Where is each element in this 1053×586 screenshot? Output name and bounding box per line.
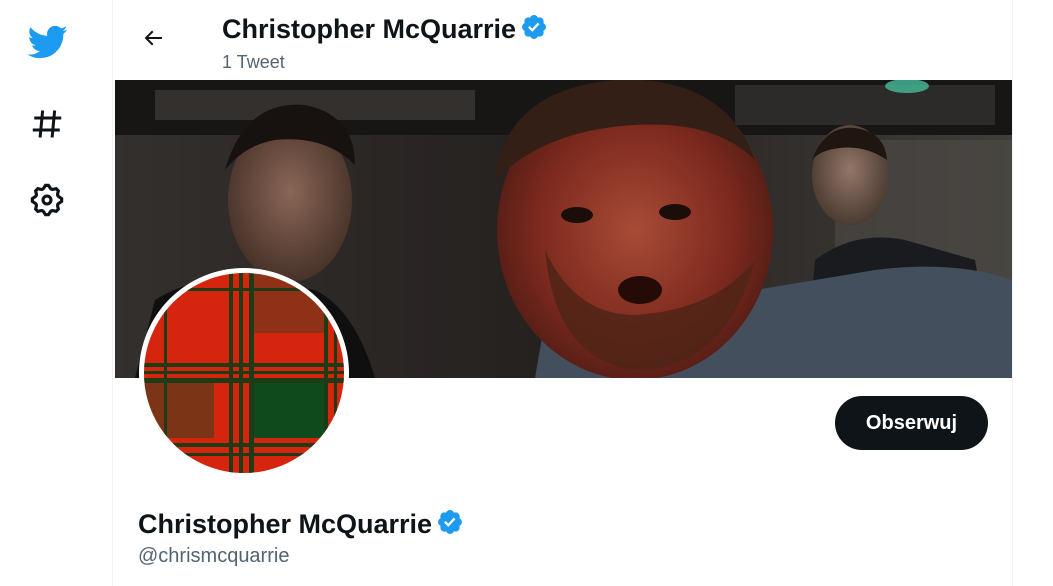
explore-button[interactable]	[22, 99, 72, 149]
settings-button[interactable]	[22, 175, 72, 225]
header-title: Christopher McQuarrie	[222, 12, 548, 46]
follow-button[interactable]: Obserwuj	[835, 396, 988, 450]
profile-handle: @chrismcquarrie	[138, 545, 290, 567]
twitter-home-logo[interactable]	[22, 17, 72, 67]
back-button[interactable]	[133, 20, 173, 60]
verified-badge-icon[interactable]	[436, 508, 464, 541]
profile-display-name: Christopher McQuarrie	[138, 509, 433, 539]
verified-badge-icon	[520, 13, 548, 46]
left-navigation	[0, 0, 112, 586]
tartan-avatar-image	[144, 273, 344, 473]
profile-name-row: Christopher McQuarrie	[138, 507, 464, 541]
hashtag-icon	[29, 106, 65, 142]
profile-avatar[interactable]	[139, 268, 349, 478]
profile-top-header: Christopher McQuarrie 1 Tweet	[113, 0, 1012, 80]
twitter-profile-page: Christopher McQuarrie 1 Tweet Obserwuj C…	[0, 0, 1053, 586]
header-display-name: Christopher McQuarrie	[222, 14, 517, 44]
profile-main-column: Christopher McQuarrie 1 Tweet Obserwuj C…	[112, 0, 1013, 586]
header-tweet-count: 1 Tweet	[222, 52, 285, 72]
twitter-bird-icon	[26, 24, 68, 60]
arrow-left-icon	[141, 26, 165, 55]
gear-icon	[28, 181, 66, 219]
